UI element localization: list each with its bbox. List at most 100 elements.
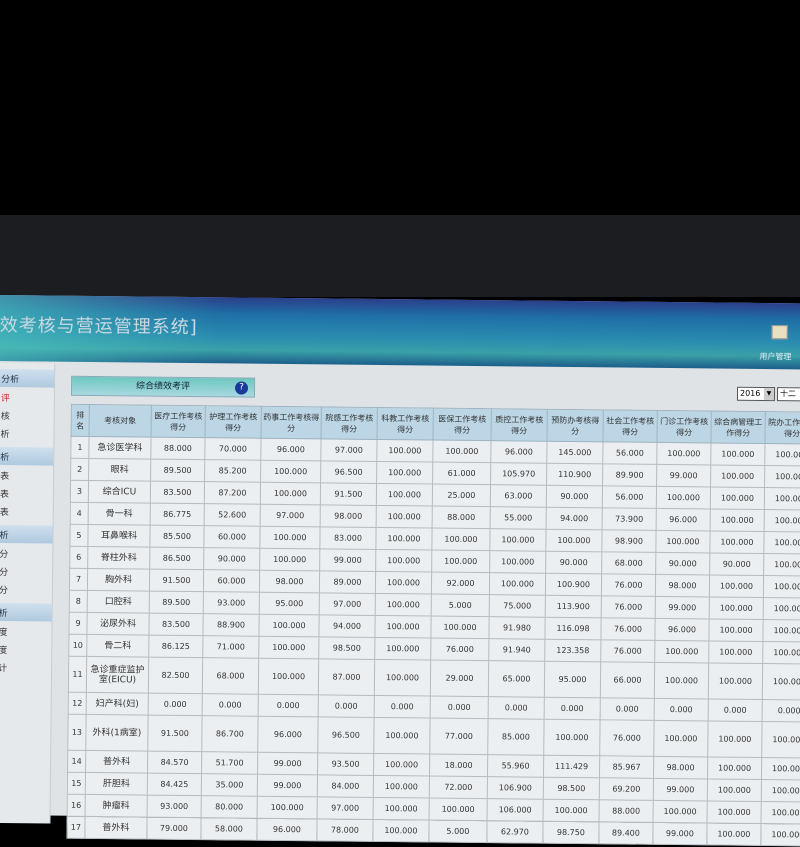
score-cell: 76.000 xyxy=(601,595,656,619)
sidebar-item[interactable]: 表 xyxy=(0,465,53,484)
score-cell: 52.600 xyxy=(204,503,261,527)
sidebar-item[interactable]: 表 xyxy=(0,483,53,502)
score-cell: 90.000 xyxy=(545,551,602,574)
year-select[interactable]: 2016 ▼ xyxy=(736,386,776,402)
score-cell: 100.000 xyxy=(260,482,321,505)
department-cell: 妇产科(妇) xyxy=(86,692,149,716)
score-cell: 76.000 xyxy=(600,617,656,641)
sidebar-group-header[interactable]: 分析 xyxy=(0,368,55,388)
sidebar-group-header[interactable]: 析 xyxy=(0,602,52,622)
score-cell: 100.000 xyxy=(764,487,800,511)
user-management-icon[interactable] xyxy=(771,325,788,340)
rank-cell: 17 xyxy=(66,816,86,839)
department-cell: 口腔科 xyxy=(87,590,150,614)
column-header[interactable]: 护理工作考核得分 xyxy=(205,405,262,439)
score-cell: 97.000 xyxy=(317,796,374,820)
score-cell: 84.570 xyxy=(147,751,202,774)
score-cell: 97.000 xyxy=(320,438,378,462)
sidebar-item[interactable]: 分 xyxy=(0,543,52,562)
score-cell: 100.000 xyxy=(654,662,709,699)
score-cell: 79.000 xyxy=(146,817,202,840)
score-cell: 100.000 xyxy=(762,619,800,643)
score-cell: 99.000 xyxy=(656,464,711,487)
score-cell: 86.700 xyxy=(201,715,259,753)
score-cell: 100.000 xyxy=(373,753,430,777)
score-cell: 100.000 xyxy=(258,658,319,695)
user-management-link[interactable]: 用户管理 xyxy=(759,351,791,362)
sidebar-group-header[interactable]: 析 xyxy=(0,524,53,544)
score-cell: 83.000 xyxy=(319,526,377,550)
score-cell: 95.000 xyxy=(259,592,320,615)
sidebar-item[interactable]: 分 xyxy=(0,579,52,598)
score-cell: 90.000 xyxy=(655,552,710,575)
column-header[interactable]: 质控工作考核得分 xyxy=(491,408,548,442)
score-cell: 100.000 xyxy=(375,571,432,595)
column-header[interactable]: 院办工作考核得分 xyxy=(764,411,800,445)
department-cell: 耳鼻喉科 xyxy=(87,524,151,548)
score-cell: 100.000 xyxy=(431,528,491,551)
score-cell: 88.000 xyxy=(599,799,654,823)
sidebar-item[interactable]: 度 xyxy=(0,621,52,640)
score-cell: 89.000 xyxy=(319,570,376,594)
score-cell: 100.000 xyxy=(709,596,764,620)
score-cell: 82.500 xyxy=(148,657,203,694)
score-cell: 100.000 xyxy=(764,509,800,533)
score-cell: 0.000 xyxy=(202,693,259,717)
sidebar-item[interactable]: 析 xyxy=(0,423,54,442)
sidebar-item[interactable]: 核 xyxy=(0,405,54,424)
column-header[interactable]: 考核对象 xyxy=(89,404,152,438)
score-cell: 83.500 xyxy=(150,481,205,504)
score-cell: 70.000 xyxy=(204,437,262,461)
score-cell: 98.000 xyxy=(655,574,710,597)
score-cell: 75.000 xyxy=(489,594,546,618)
score-cell: 91.500 xyxy=(320,482,377,506)
score-cell: 85.200 xyxy=(204,459,261,483)
score-cell: 100.000 xyxy=(376,483,433,507)
score-cell: 73.900 xyxy=(602,507,657,531)
rank-cell: 10 xyxy=(68,634,87,657)
column-header[interactable]: 排名 xyxy=(71,404,90,437)
sidebar-item[interactable]: 度 xyxy=(0,639,51,658)
sidebar-item[interactable]: 分 xyxy=(0,561,52,580)
score-cell: 85.500 xyxy=(149,525,205,548)
score-cell: 100.000 xyxy=(654,640,709,663)
score-cell: 100.000 xyxy=(376,439,434,463)
sidebar-item[interactable]: 表 xyxy=(0,501,53,520)
score-cell: 100.000 xyxy=(762,641,800,665)
column-header[interactable]: 综合病管理工作得分 xyxy=(710,410,766,444)
sidebar-group-header[interactable]: 析 xyxy=(0,446,54,466)
sidebar: 分析评核析析表表表析分分分析度度计 xyxy=(0,362,56,824)
column-header[interactable]: 医保工作考核得分 xyxy=(433,408,492,441)
column-header[interactable]: 药事工作考核得分 xyxy=(261,406,322,439)
score-cell: 100.000 xyxy=(431,550,490,573)
column-header[interactable]: 预防办考核得分 xyxy=(546,409,604,442)
score-cell: 62.970 xyxy=(486,820,544,844)
score-cell: 100.000 xyxy=(707,720,763,758)
column-header[interactable]: 医疗工作考核得分 xyxy=(151,405,206,438)
score-cell: 98.500 xyxy=(543,777,600,800)
score-cell: 100.000 xyxy=(375,527,433,551)
column-header[interactable]: 门诊工作考核得分 xyxy=(656,410,712,443)
month-select[interactable]: 十二 xyxy=(776,387,800,402)
score-cell: 100.000 xyxy=(375,593,432,617)
sidebar-item[interactable]: 计 xyxy=(0,657,51,676)
sidebar-item[interactable]: 评 xyxy=(0,387,54,406)
department-cell: 泌尿外科 xyxy=(86,612,150,636)
column-header[interactable]: 科教工作考核得分 xyxy=(377,407,434,441)
score-cell: 96.000 xyxy=(654,618,710,641)
help-icon[interactable]: ? xyxy=(234,381,249,395)
score-cell: 96.000 xyxy=(490,440,547,464)
department-cell: 骨一科 xyxy=(88,502,151,526)
score-cell: 100.000 xyxy=(259,548,320,571)
column-header[interactable]: 院感工作考核得分 xyxy=(321,406,378,440)
score-cell: 61.000 xyxy=(432,462,491,485)
score-cell: 99.000 xyxy=(319,548,376,572)
score-cell: 100.000 xyxy=(761,721,800,759)
score-cell: 0.000 xyxy=(654,698,709,721)
column-header[interactable]: 社会工作考核得分 xyxy=(602,409,658,443)
department-cell: 急诊医学科 xyxy=(88,436,152,460)
score-cell: 100.000 xyxy=(708,640,763,664)
chevron-down-icon[interactable]: ▼ xyxy=(763,388,775,401)
rank-cell: 4 xyxy=(70,502,89,525)
score-cell: 96.500 xyxy=(317,716,375,754)
